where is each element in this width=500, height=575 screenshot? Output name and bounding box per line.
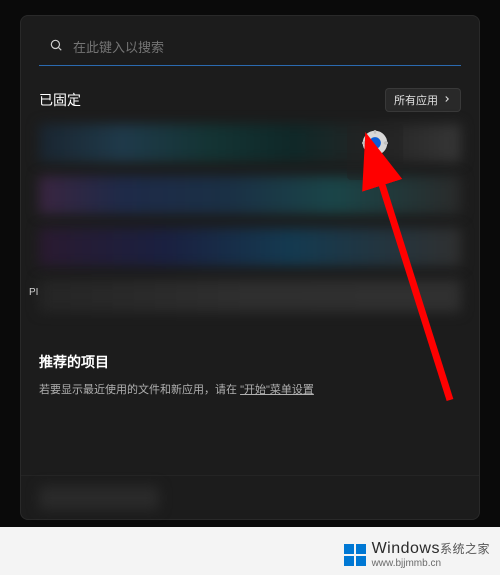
recommended-prefix: 若要显示最近使用的文件和新应用，请在 — [39, 384, 237, 396]
recommended-section: 推荐的项目 若要显示最近使用的文件和新应用，请在 "开始"菜单设置 — [39, 352, 461, 399]
user-account-blurred[interactable] — [39, 486, 159, 510]
all-apps-label: 所有应用 — [394, 92, 438, 108]
start-menu-settings-link[interactable]: "开始"菜单设置 — [240, 384, 314, 396]
pinned-apps-grid: PI — [39, 124, 461, 334]
chevron-right-icon — [442, 94, 452, 107]
pinned-header: 已固定 所有应用 — [39, 88, 461, 112]
gear-icon — [361, 129, 389, 157]
pinned-row-blurred — [39, 176, 461, 214]
search-icon — [49, 38, 63, 57]
pinned-row-blurred — [39, 280, 461, 312]
windows-logo-icon — [344, 544, 366, 566]
start-menu-user-bar — [21, 475, 479, 519]
watermark-url: www.bjjmmb.cn — [372, 558, 490, 569]
all-apps-button[interactable]: 所有应用 — [385, 88, 461, 112]
recommended-title: 推荐的项目 — [39, 352, 461, 372]
pinned-row-blurred — [39, 228, 461, 266]
recommended-hint-text: 若要显示最近使用的文件和新应用，请在 "开始"菜单设置 — [39, 382, 461, 399]
settings-tile-label: 设置 — [365, 161, 385, 176]
watermark: Windows系统之家 www.bjjmmb.cn — [344, 540, 490, 569]
search-box[interactable] — [39, 30, 461, 66]
watermark-brand: Windows系统之家 — [372, 540, 490, 558]
start-menu-panel: 已固定 所有应用 PI — [20, 15, 480, 520]
partial-label: PI — [29, 287, 38, 298]
search-input[interactable] — [73, 40, 451, 55]
settings-app-tile[interactable]: 设置 — [347, 124, 403, 180]
pinned-title: 已固定 — [39, 90, 81, 110]
